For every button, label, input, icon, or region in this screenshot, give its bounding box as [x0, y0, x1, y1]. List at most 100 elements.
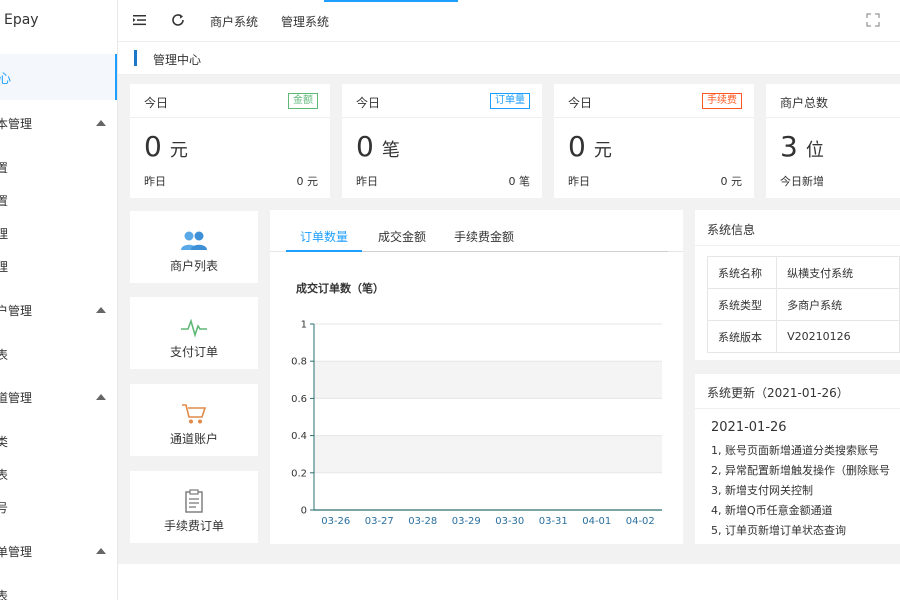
x-tick-label: 03-29 — [452, 516, 481, 527]
quick-link-label: 支付订单 — [169, 345, 218, 359]
grid-band — [314, 435, 662, 473]
sidebar-item[interactable]: 理 — [0, 258, 8, 275]
status-badge: 手续费 — [702, 93, 742, 109]
quick-link-label: 通道账户 — [169, 432, 218, 446]
sidebar-item[interactable]: 表 — [0, 466, 8, 483]
card-sub-value: 0 元 — [720, 175, 743, 188]
card-sub-label: 昨日 — [568, 175, 590, 188]
list-item: 1, 账号页面新增通道分类搜索账号 — [711, 444, 879, 457]
card-value: 0元 — [144, 130, 188, 163]
fullscreen-icon[interactable] — [866, 13, 880, 27]
x-tick-label: 03-31 — [539, 516, 568, 527]
sidebar-group[interactable]: 单管理 — [0, 543, 32, 560]
quick-link-label: 商户列表 — [169, 259, 218, 273]
card-title: 今日 — [568, 96, 593, 110]
tab-deal-amount[interactable]: 成交金额 — [378, 228, 426, 245]
breadcrumb-marker — [134, 50, 137, 66]
list-item: 4, 新增Q币任意金额通道 — [711, 504, 833, 517]
y-tick-label: 0 — [301, 506, 307, 517]
card-sub-value: 0 元 — [296, 175, 319, 188]
quick-link-label: 手续费订单 — [163, 519, 224, 533]
update-date: 2021-01-26 — [711, 420, 787, 435]
sidebar-item[interactable]: 表 — [0, 587, 8, 600]
x-tick-label: 04-01 — [582, 516, 611, 527]
card-value: 3位 — [780, 130, 824, 163]
card-title: 商户总数 — [780, 96, 829, 110]
chevron-up-icon — [96, 394, 106, 400]
order-chart: 0 0.2 0.4 0.6 0.8 1 03-26 03-27 03-28 03-29 03-30 0… — [291, 320, 662, 527]
table-row: 系统版本 V20210126 — [706, 320, 900, 353]
card-title: 今日 — [144, 96, 169, 110]
nav-merchant-system[interactable]: 商户系统 — [210, 13, 258, 30]
sidebar-group[interactable]: 本管理 — [0, 115, 32, 132]
panel-title: 系统更新（2021-01-26） — [707, 386, 849, 400]
stat-card-fees: 今日 手续费 0元 昨日 0 元 — [554, 84, 754, 198]
quick-link-pay-orders[interactable]: 支付订单 — [130, 297, 258, 369]
system-updates-panel: 系统更新（2021-01-26） 2021-01-26 1, 账号页面新增通道分… — [695, 374, 900, 544]
stat-card-amount: 今日 金额 0元 昨日 0 元 — [130, 84, 330, 198]
sidebar-item[interactable]: 号 — [0, 499, 8, 516]
table-row: 系统名称 纵横支付系统 — [706, 256, 900, 289]
stat-card-orders: 今日 订单量 0笔 昨日 0 笔 — [342, 84, 542, 198]
chevron-up-icon — [96, 307, 106, 313]
sidebar-item[interactable]: 表 — [0, 346, 8, 363]
cart-icon — [180, 402, 208, 426]
tab-active-indicator — [286, 250, 362, 252]
status-badge: 金额 — [288, 93, 318, 109]
grid-band — [314, 361, 662, 399]
pulse-icon — [180, 315, 208, 339]
sidebar-item-label: 心 — [0, 68, 11, 87]
stat-card-merchants: 商户总数 3位 今日新增 — [766, 84, 900, 198]
tab-fee-amount[interactable]: 手续费金额 — [454, 228, 514, 245]
panel-title: 系统信息 — [707, 223, 756, 237]
menu-fold-icon[interactable] — [132, 12, 148, 28]
app-logo: Epay — [4, 12, 39, 28]
card-sub-label: 今日新增 — [780, 175, 824, 188]
page-title: 管理中心 — [153, 53, 202, 67]
quick-link-fee-orders[interactable]: 手续费订单 — [130, 471, 258, 543]
y-tick-label: 0.6 — [291, 394, 307, 405]
card-sub-value: 0 笔 — [508, 175, 531, 188]
card-sub-label: 昨日 — [356, 175, 378, 188]
chevron-up-icon — [96, 548, 106, 554]
sidebar-item[interactable]: 置 — [0, 159, 8, 176]
quick-link-channel-accounts[interactable]: 通道账户 — [130, 384, 258, 456]
header-active-indicator — [324, 0, 458, 2]
tab-divider — [362, 251, 668, 252]
top-header: 商户系统 管理系统 — [118, 0, 900, 42]
table-row: 系统类型 多商户系统 — [706, 288, 900, 321]
tab-order-count[interactable]: 订单数量 — [300, 228, 348, 245]
footer — [118, 564, 900, 600]
refresh-icon[interactable] — [170, 12, 186, 28]
sidebar-item[interactable]: 置 — [0, 192, 8, 209]
sidebar-item[interactable]: 理 — [0, 225, 8, 242]
chart-title: 成交订单数（笔） — [296, 282, 384, 295]
x-tick-label: 03-28 — [408, 516, 437, 527]
quick-link-merchant-list[interactable]: 商户列表 — [130, 211, 258, 283]
sidebar: Epay 心 本管理置置理理户管理表道管理类表号单管理表 — [0, 0, 118, 600]
nav-admin-system[interactable]: 管理系统 — [281, 13, 329, 30]
chart-panel: 订单数量 成交金额 手续费金额 成交订单数（笔） 0 0.2 0.4 0.6 0.8 1 0… — [270, 210, 683, 544]
users-icon — [180, 229, 208, 253]
card-value: 0笔 — [356, 130, 400, 163]
status-badge: 订单量 — [490, 93, 530, 109]
list-item: 5, 订单页新增订单状态查询 — [711, 524, 846, 537]
card-title: 今日 — [356, 96, 381, 110]
x-tick-label: 03-26 — [321, 516, 350, 527]
card-sub-label: 昨日 — [144, 175, 166, 188]
sidebar-group[interactable]: 户管理 — [0, 302, 32, 319]
sidebar-item-admin-center[interactable]: 心 — [0, 54, 117, 100]
x-tick-label: 03-30 — [495, 516, 524, 527]
chevron-up-icon — [96, 120, 106, 126]
chart-tabs: 订单数量 成交金额 手续费金额 — [270, 210, 683, 252]
x-tick-label: 03-27 — [365, 516, 394, 527]
sidebar-group[interactable]: 道管理 — [0, 389, 32, 406]
y-tick-label: 0.8 — [291, 357, 307, 368]
y-tick-label: 0.2 — [291, 468, 307, 479]
clipboard-icon — [180, 489, 208, 513]
breadcrumb: 管理中心 — [118, 42, 900, 75]
y-tick-label: 0.4 — [291, 431, 307, 442]
sidebar-item[interactable]: 类 — [0, 433, 8, 450]
x-tick-label: 04-02 — [626, 516, 655, 527]
system-info-panel: 系统信息 系统名称 纵横支付系统 系统类型 多商户系统 系统版本 V20210126 — [695, 210, 900, 360]
